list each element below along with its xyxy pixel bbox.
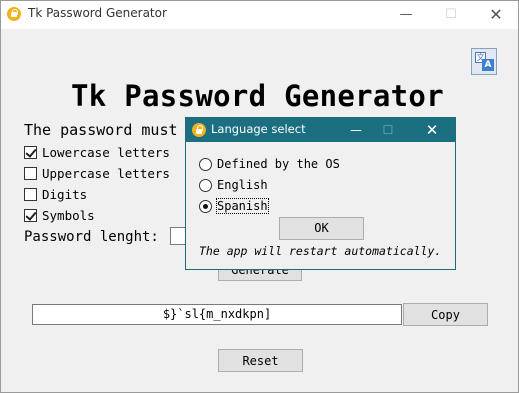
- checkbox-label[interactable]: Digits: [42, 187, 87, 202]
- radio-button[interactable]: [199, 157, 212, 171]
- title-bar[interactable]: Tk Password Generator — ☐ ✕: [1, 1, 518, 29]
- language-glyph-target: A: [482, 59, 494, 71]
- radio-language-os[interactable]: Defined by the OS: [199, 156, 340, 172]
- window-title: Tk Password Generator: [28, 6, 167, 20]
- dialog-title-bar[interactable]: Language select — ☐ ✕: [186, 118, 455, 142]
- close-button[interactable]: ✕: [473, 1, 519, 29]
- radio-language-english[interactable]: English: [199, 177, 268, 193]
- dialog-title: Language select: [211, 122, 306, 136]
- page-title: Tk Password Generator: [71, 79, 444, 113]
- checkbox-box[interactable]: [24, 187, 37, 201]
- dialog-minimize-button[interactable]: —: [340, 118, 372, 142]
- language-button[interactable]: 文 A: [471, 48, 497, 75]
- language-select-dialog: Language select — ☐ ✕ Defined by the OS …: [185, 117, 456, 270]
- copy-button[interactable]: Copy: [403, 303, 488, 326]
- ok-button[interactable]: OK: [279, 217, 364, 240]
- lock-icon: [192, 123, 206, 137]
- checkbox-digits[interactable]: Digits: [24, 186, 87, 202]
- checkbox-label[interactable]: Lowercase letters: [42, 145, 170, 160]
- password-output-field[interactable]: $}`sl{m_nxdkpn]: [32, 304, 402, 325]
- options-label: The password must: [24, 121, 178, 139]
- reset-button[interactable]: Reset: [218, 349, 303, 372]
- checkbox-box[interactable]: [24, 166, 37, 180]
- checkbox-uppercase[interactable]: Uppercase letters: [24, 165, 170, 181]
- radio-label[interactable]: Spanish: [216, 198, 269, 214]
- maximize-button[interactable]: ☐: [428, 1, 474, 29]
- checkbox-lowercase[interactable]: Lowercase letters: [24, 144, 170, 160]
- radio-label[interactable]: Defined by the OS: [217, 157, 340, 171]
- checkbox-symbols[interactable]: Symbols: [24, 207, 95, 223]
- checkbox-box[interactable]: [24, 145, 37, 159]
- checkbox-box[interactable]: [24, 208, 37, 222]
- radio-language-spanish[interactable]: Spanish: [199, 198, 269, 214]
- language-translate-icon: 文 A: [475, 52, 494, 71]
- lock-icon: [7, 7, 21, 21]
- checkbox-label[interactable]: Symbols: [42, 208, 95, 223]
- restart-note: The app will restart automatically.: [199, 244, 442, 258]
- minimize-button[interactable]: —: [383, 1, 429, 29]
- password-length-label: Password lenght:: [24, 229, 159, 245]
- checkbox-label[interactable]: Uppercase letters: [42, 166, 170, 181]
- radio-label[interactable]: English: [217, 178, 268, 192]
- radio-button[interactable]: [199, 199, 212, 213]
- dialog-close-button[interactable]: ✕: [416, 118, 448, 142]
- radio-button[interactable]: [199, 178, 212, 192]
- dialog-maximize-button[interactable]: ☐: [372, 118, 404, 142]
